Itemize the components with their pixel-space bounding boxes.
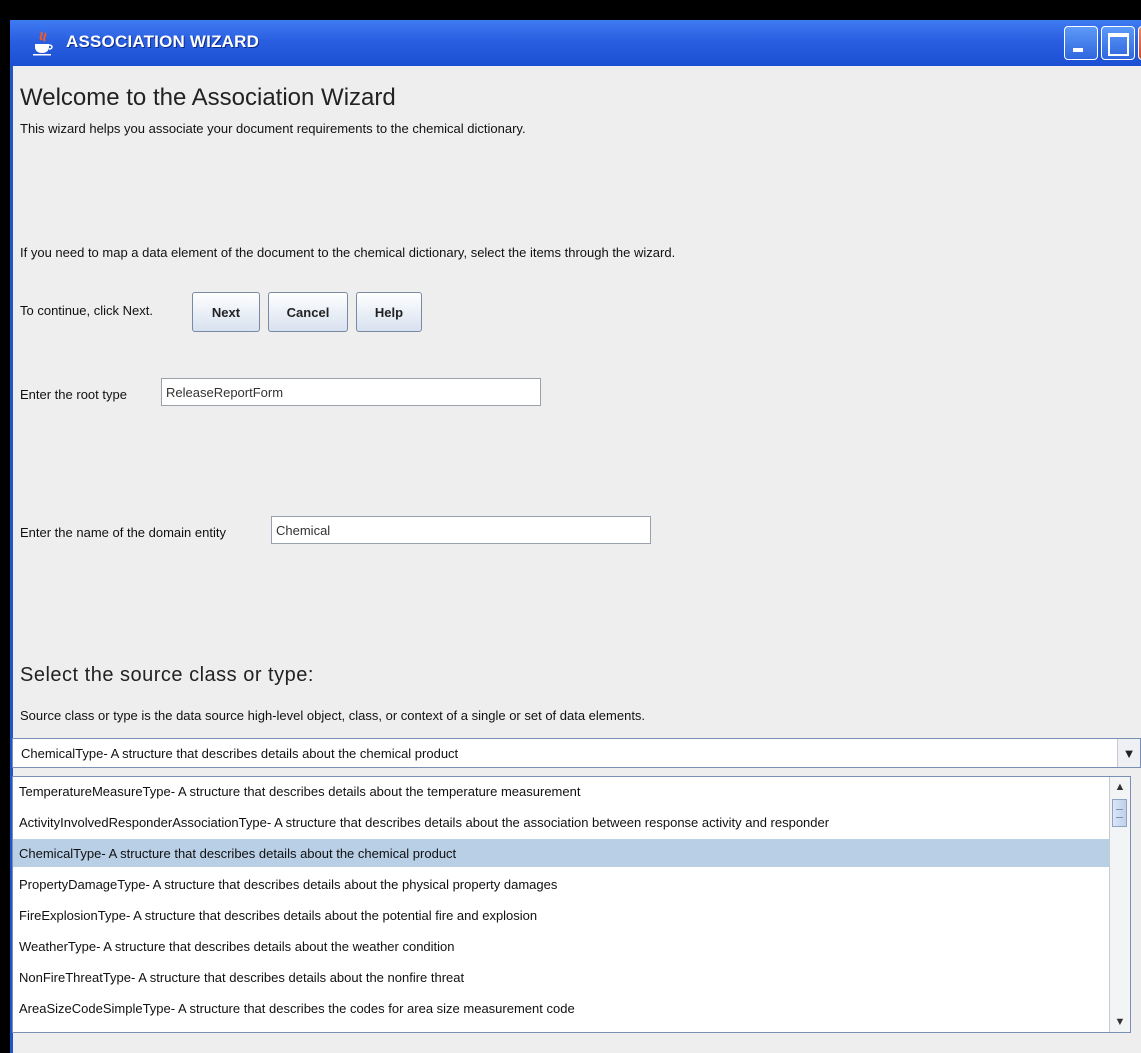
domain-entity-input[interactable]: Chemical <box>271 516 651 544</box>
root-type-label: Enter the root type <box>20 387 127 402</box>
list-item[interactable]: AreaSizeCodeSimpleType- A structure that… <box>13 994 1110 1022</box>
vertical-scrollbar[interactable]: ▲ ▼ <box>1109 777 1130 1032</box>
source-type-dropdown[interactable]: ChemicalType- A structure that describes… <box>12 738 1141 768</box>
dropdown-selected-value: ChemicalType- A structure that describes… <box>21 746 459 761</box>
maximize-button[interactable] <box>1101 26 1135 60</box>
wizard-window: ASSOCIATION WIZARD ✕ Welcome to the Asso… <box>10 20 1141 1053</box>
root-type-input[interactable]: ReleaseReportForm <box>161 378 541 406</box>
next-button[interactable]: Next <box>192 292 260 332</box>
source-description: Source class or type is the data source … <box>20 708 646 723</box>
chevron-down-icon[interactable]: ▼ <box>1117 739 1140 767</box>
minimize-button[interactable] <box>1064 26 1098 60</box>
source-type-list[interactable]: TemperatureMeasureType- A structure that… <box>12 776 1131 1033</box>
list-item[interactable]: TemperatureMeasureType- A structure that… <box>13 777 1110 805</box>
list-item[interactable]: NonFireThreatType- A structure that desc… <box>13 963 1110 991</box>
scrollbar-thumb[interactable] <box>1112 799 1127 827</box>
title-bar[interactable]: ASSOCIATION WIZARD ✕ <box>10 20 1141 66</box>
help-button[interactable]: Help <box>356 292 422 332</box>
java-cup-icon <box>33 31 53 56</box>
domain-entity-label: Enter the name of the domain entity <box>20 525 226 540</box>
source-heading: Select the source class or type: <box>20 664 314 686</box>
window-title: ASSOCIATION WIZARD <box>66 32 260 51</box>
intro-description: This wizard helps you associate your doc… <box>20 121 526 136</box>
scroll-up-icon[interactable]: ▲ <box>1110 777 1130 797</box>
list-item[interactable]: FireExplosionType- A structure that desc… <box>13 901 1110 929</box>
scroll-down-icon[interactable]: ▼ <box>1110 1012 1130 1032</box>
continue-text: To continue, click Next. <box>20 303 153 318</box>
cancel-button[interactable]: Cancel <box>268 292 348 332</box>
list-item[interactable]: ActivityInvolvedResponderAssociationType… <box>13 808 1110 836</box>
list-item[interactable]: WeatherType- A structure that describes … <box>13 932 1110 960</box>
instruction-text: If you need to map a data element of the… <box>20 245 676 260</box>
page-title: Welcome to the Association Wizard <box>20 84 396 111</box>
list-item[interactable]: PropertyDamageType- A structure that des… <box>13 870 1110 898</box>
list-item-selected[interactable]: ChemicalType- A structure that describes… <box>13 839 1110 867</box>
